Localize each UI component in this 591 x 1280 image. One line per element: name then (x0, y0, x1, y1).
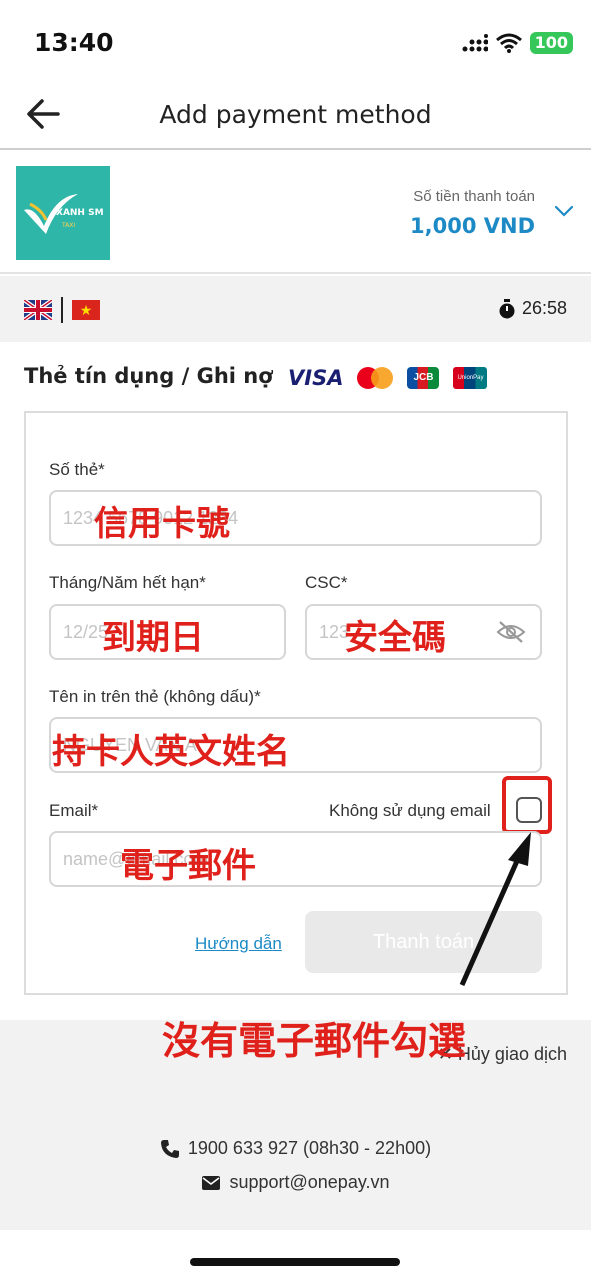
flag-divider (61, 297, 63, 323)
status-icons: 100 (462, 32, 573, 54)
merchant-logo: XANH SM TAXI (16, 166, 110, 260)
logo-subtext: TAXI (62, 222, 76, 229)
phone-icon (160, 1139, 179, 1158)
amount-label: Số tiền thanh toán (413, 188, 535, 205)
uk-flag-icon[interactable] (22, 298, 54, 322)
no-email-label: Không sử dụng email (329, 801, 491, 820)
no-email-checkbox[interactable] (516, 797, 542, 823)
amount-value: 1,000 VND (410, 214, 535, 238)
visa-logo: VISA (288, 366, 344, 390)
pay-button[interactable]: Thanh toán (305, 911, 542, 973)
page-title: Add payment method (159, 100, 432, 129)
home-indicator (190, 1258, 400, 1266)
card-number-annotation: 信用卡號 (94, 504, 230, 544)
eye-off-icon[interactable] (496, 620, 526, 644)
expiry-annotation: 到期日 (102, 618, 204, 658)
language-bar: ★ 26:58 (0, 276, 591, 342)
support-phone: 1900 633 927 (08h30 - 22h00) (0, 1138, 591, 1159)
status-time: 13:40 (34, 28, 114, 57)
csc-annotation: 安全碼 (344, 618, 446, 658)
no-email-annotation: 沒有電子郵件勾選 (162, 1019, 467, 1063)
mastercard-logo (357, 367, 394, 389)
signal-icon (462, 34, 488, 52)
merchant-summary: XANH SM TAXI Số tiền thanh toán 1,000 VN… (0, 152, 591, 274)
cardholder-annotation: 持卡人英文姓名 (52, 732, 290, 772)
email-text: support@onepay.vn (229, 1172, 390, 1192)
unionpay-logo: UnionPay (453, 367, 488, 389)
cancel-label: Hủy giao dịch (457, 1044, 567, 1064)
logo-text: XANH SM (56, 208, 104, 218)
guide-link[interactable]: Hướng dẫn (195, 934, 282, 954)
jcb-logo: JCB (407, 367, 440, 389)
support-email: support@onepay.vn (0, 1172, 591, 1193)
mail-icon (202, 1175, 221, 1190)
vietnam-flag-icon[interactable]: ★ (72, 300, 100, 320)
card-section-title: Thẻ tín dụng / Ghi nợ (24, 364, 273, 388)
battery-indicator: 100 (529, 32, 573, 54)
session-timer: 26:58 (498, 298, 567, 319)
email-label: Email* (49, 801, 99, 820)
timer-value: 26:58 (521, 298, 567, 318)
email-annotation: 電子郵件 (120, 846, 256, 886)
wifi-icon (495, 33, 522, 53)
csc-label: CSC* (305, 573, 348, 592)
chevron-down-icon[interactable] (553, 200, 575, 222)
app-header: Add payment method (0, 80, 591, 150)
status-bar: 13:40 100 (0, 0, 591, 80)
cardholder-label: Tên in trên thẻ (không dấu)* (49, 687, 261, 706)
card-brand-logos: VISA JCB UnionPay (288, 364, 488, 392)
phone-text: 1900 633 927 (08h30 - 22h00) (187, 1138, 432, 1158)
expiry-label: Tháng/Năm hết hạn* (49, 573, 206, 592)
stopwatch-icon (499, 298, 515, 318)
card-number-label: Số thẻ* (49, 460, 105, 479)
